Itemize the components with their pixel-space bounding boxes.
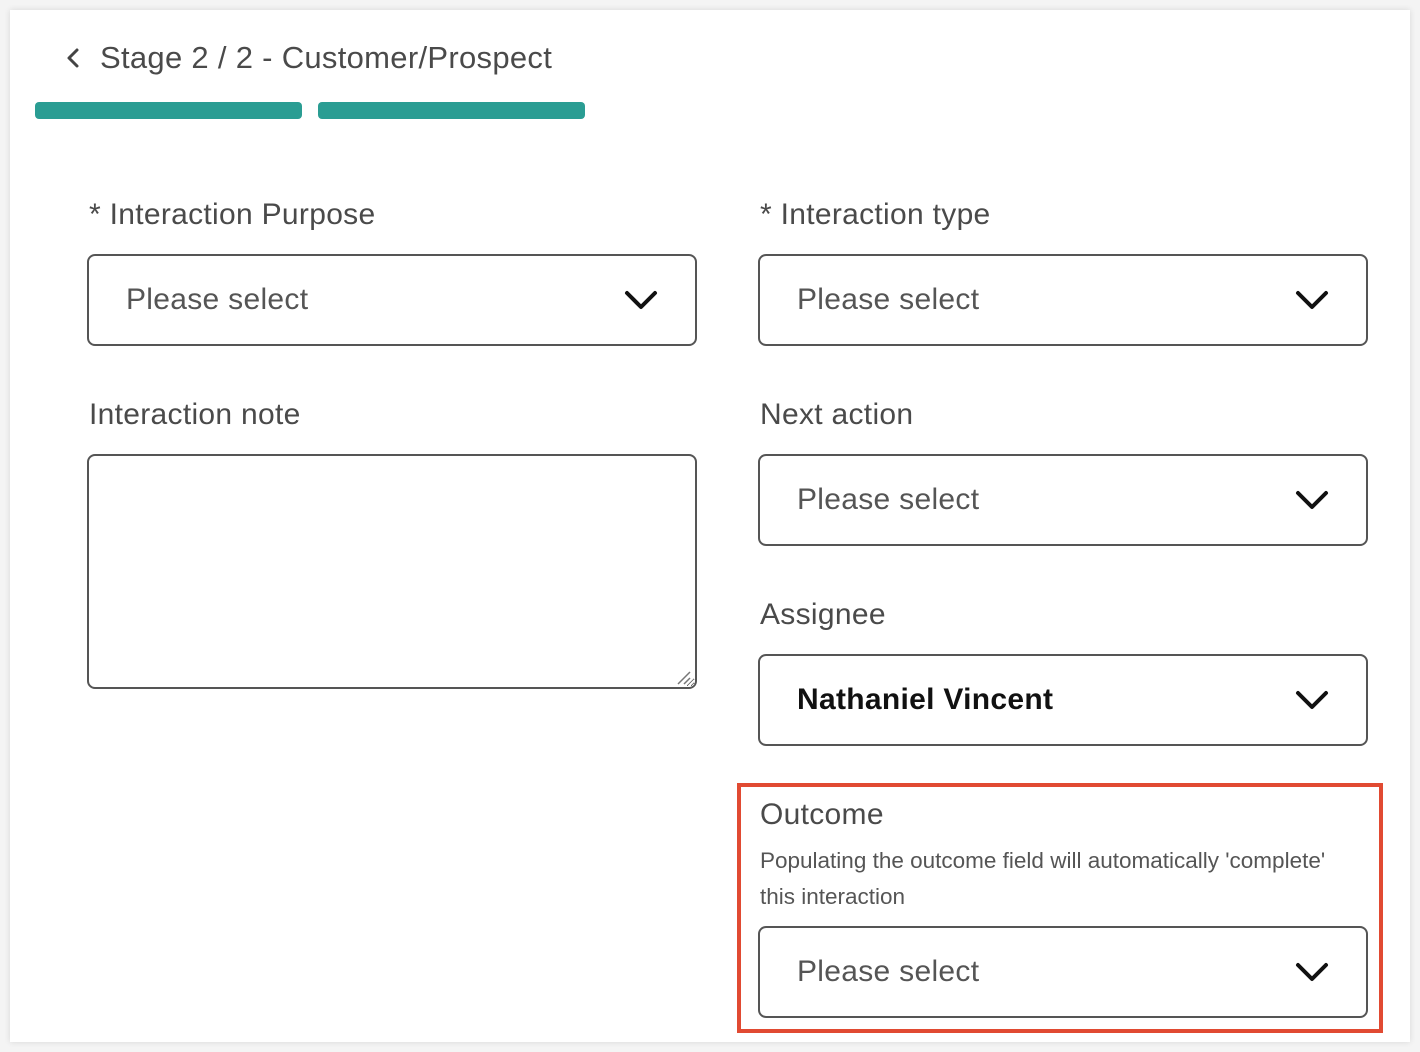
interaction-type-label: * Interaction type [760,198,991,231]
assignee-label: Assignee [760,598,886,631]
interaction-purpose-label: * Interaction Purpose [89,198,376,231]
assignee-value: Nathaniel Vincent [797,683,1054,716]
progress-segment [35,102,302,119]
interaction-note-textarea[interactable] [87,454,697,689]
next-action-label: Next action [760,398,914,431]
interaction-purpose-select[interactable]: Please select [87,254,697,346]
chevron-down-icon [1296,963,1328,981]
assignee-select[interactable]: Nathaniel Vincent [758,654,1368,746]
chevron-down-icon [1296,491,1328,509]
chevron-down-icon [1296,691,1328,709]
select-placeholder: Please select [126,283,309,316]
stage-progress [35,102,585,119]
outcome-label: Outcome [760,798,884,831]
form-card: Stage 2 / 2 - Customer/Prospect * Intera… [10,10,1410,1042]
stage-header: Stage 2 / 2 - Customer/Prospect [60,40,552,76]
chevron-down-icon [625,291,657,309]
progress-segment [318,102,585,119]
next-action-select[interactable]: Please select [758,454,1368,546]
chevron-left-icon[interactable] [60,44,88,72]
select-placeholder: Please select [797,483,980,516]
chevron-down-icon [1296,291,1328,309]
resize-handle-icon[interactable] [676,670,692,686]
interaction-note-label: Interaction note [89,398,301,431]
outcome-select[interactable]: Please select [758,926,1368,1018]
page-title: Stage 2 / 2 - Customer/Prospect [100,40,553,75]
select-placeholder: Please select [797,283,980,316]
select-placeholder: Please select [797,955,980,988]
outcome-helper-text: Populating the outcome field will automa… [760,848,1326,909]
interaction-type-select[interactable]: Please select [758,254,1368,346]
